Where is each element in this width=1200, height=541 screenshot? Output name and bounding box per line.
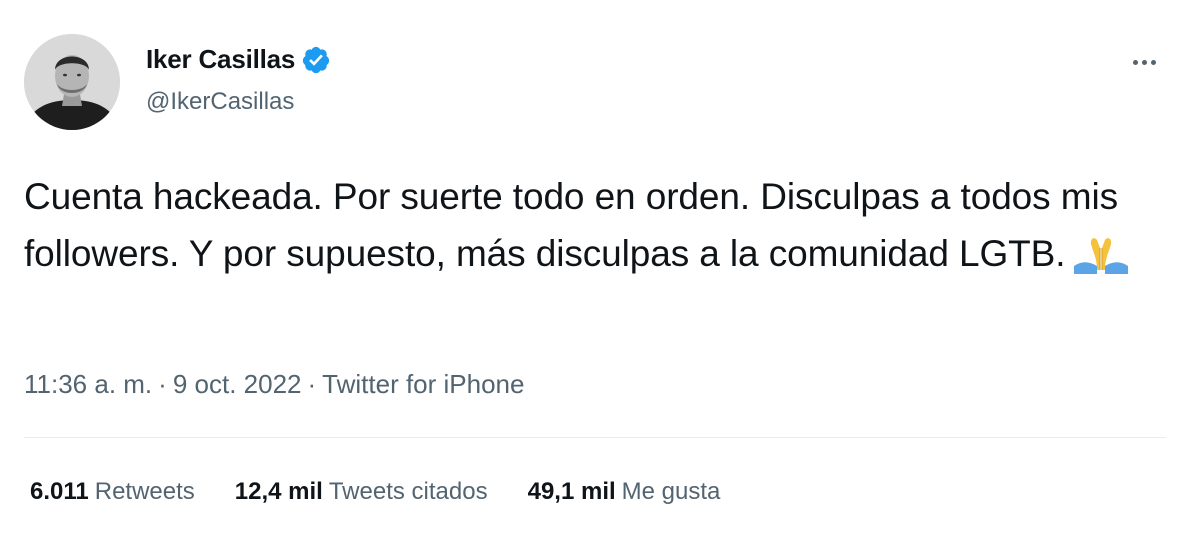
retweets-stat[interactable]: 6.011 Retweets	[30, 478, 195, 506]
retweets-count: 6.011	[30, 478, 89, 505]
likes-stat[interactable]: 49,1 mil Me gusta	[528, 478, 721, 506]
likes-count: 49,1 mil	[527, 478, 616, 505]
author-handle[interactable]: @IkerCasillas	[146, 88, 294, 116]
engagement-stats: 6.011 Retweets 12,4 mil Tweets citados 49,…	[30, 478, 760, 506]
author-name-row[interactable]: Iker Casillas	[146, 44, 331, 75]
meta-separator: ·	[307, 369, 317, 399]
tweet-text-container: Cuenta hackeada. Por suerte todo en orde…	[24, 168, 1184, 282]
likes-label: Me gusta	[621, 478, 721, 505]
tweet-source[interactable]: Twitter for iPhone	[322, 369, 524, 400]
more-horizontal-icon	[1132, 59, 1138, 65]
tweet-date[interactable]: 9 oct. 2022	[173, 369, 302, 400]
avatar[interactable]	[24, 34, 120, 130]
divider	[24, 437, 1166, 438]
author-name[interactable]: Iker Casillas	[146, 44, 295, 75]
tweet-text: Cuenta hackeada. Por suerte todo en orde…	[24, 176, 1118, 274]
quote-tweets-stat[interactable]: 12,4 mil Tweets citados	[235, 478, 488, 506]
retweets-label: Retweets	[94, 478, 195, 505]
verified-badge-icon	[301, 45, 331, 75]
folded-hands-icon	[1071, 230, 1131, 274]
tweet-time[interactable]: 11:36 a. m.	[24, 369, 152, 400]
meta-separator: ·	[158, 369, 167, 399]
tweet-metadata: 11:36 a. m. · 9 oct. 2022 · Twitter for …	[24, 369, 524, 400]
more-options-button[interactable]	[1124, 56, 1164, 68]
tweet-card: Iker Casillas @IkerCasillas Cuenta hacke…	[0, 0, 1200, 541]
quote-tweets-label: Tweets citados	[328, 478, 488, 505]
quote-tweets-count: 12,4 mil	[234, 478, 323, 505]
